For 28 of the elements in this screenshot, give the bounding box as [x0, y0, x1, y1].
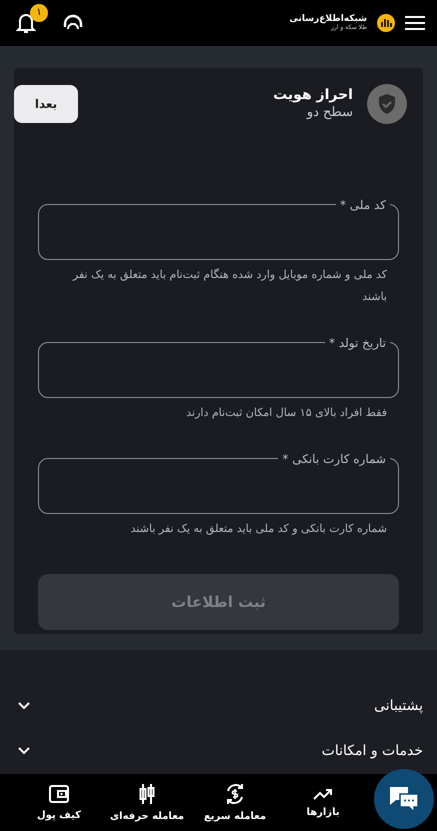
accordion-item[interactable]: خدمات و امکانات [0, 728, 437, 774]
nav-item[interactable]: کیف پول [15, 782, 103, 822]
input-field[interactable]: تاریخ تولد * [38, 336, 399, 398]
accordion-item[interactable]: پشتیبانی [0, 684, 437, 729]
input-field[interactable]: کد ملی * [38, 198, 399, 260]
chat-icon [388, 785, 420, 813]
later-button[interactable]: بعدا [14, 84, 78, 123]
card-title: احراز هویت [273, 87, 353, 104]
helper-text: کد ملی و شماره موبایل وارد شده هنگام ثبت‌نام باید متعلق به یک نفر باشند [71, 266, 388, 305]
logo-title: شبکه‌اطلاع‌رسانی [289, 14, 367, 24]
nav-item[interactable]: معامله سریع [191, 782, 279, 823]
chevron-icon [18, 702, 30, 710]
logo-icon [377, 14, 395, 32]
nav-item[interactable]: بازارها [279, 786, 367, 819]
candlestick-icon [139, 782, 155, 805]
chevron-icon [18, 747, 30, 756]
trend-icon [313, 786, 333, 801]
wallet-icon [49, 784, 69, 804]
shield-check-icon [367, 84, 407, 124]
helper-text: شماره کارت بانکی و کد ملی باید متعلق به یک نفر باشند [130, 520, 388, 537]
bell-icon[interactable] [16, 12, 36, 34]
input-field[interactable]: شماره کارت بانکی * [38, 452, 399, 514]
nav-item[interactable]: معامله حرفه‌ای [103, 782, 191, 823]
dollar-exchange-icon [224, 782, 246, 805]
notification-badge: ۱ [30, 4, 48, 22]
card-subtitle: سطح دو [305, 105, 353, 120]
menu-icon[interactable] [405, 14, 425, 31]
helper-text: فقط افراد بالای ۱۵ سال امکان ثبت‌نام دارند [185, 404, 388, 421]
